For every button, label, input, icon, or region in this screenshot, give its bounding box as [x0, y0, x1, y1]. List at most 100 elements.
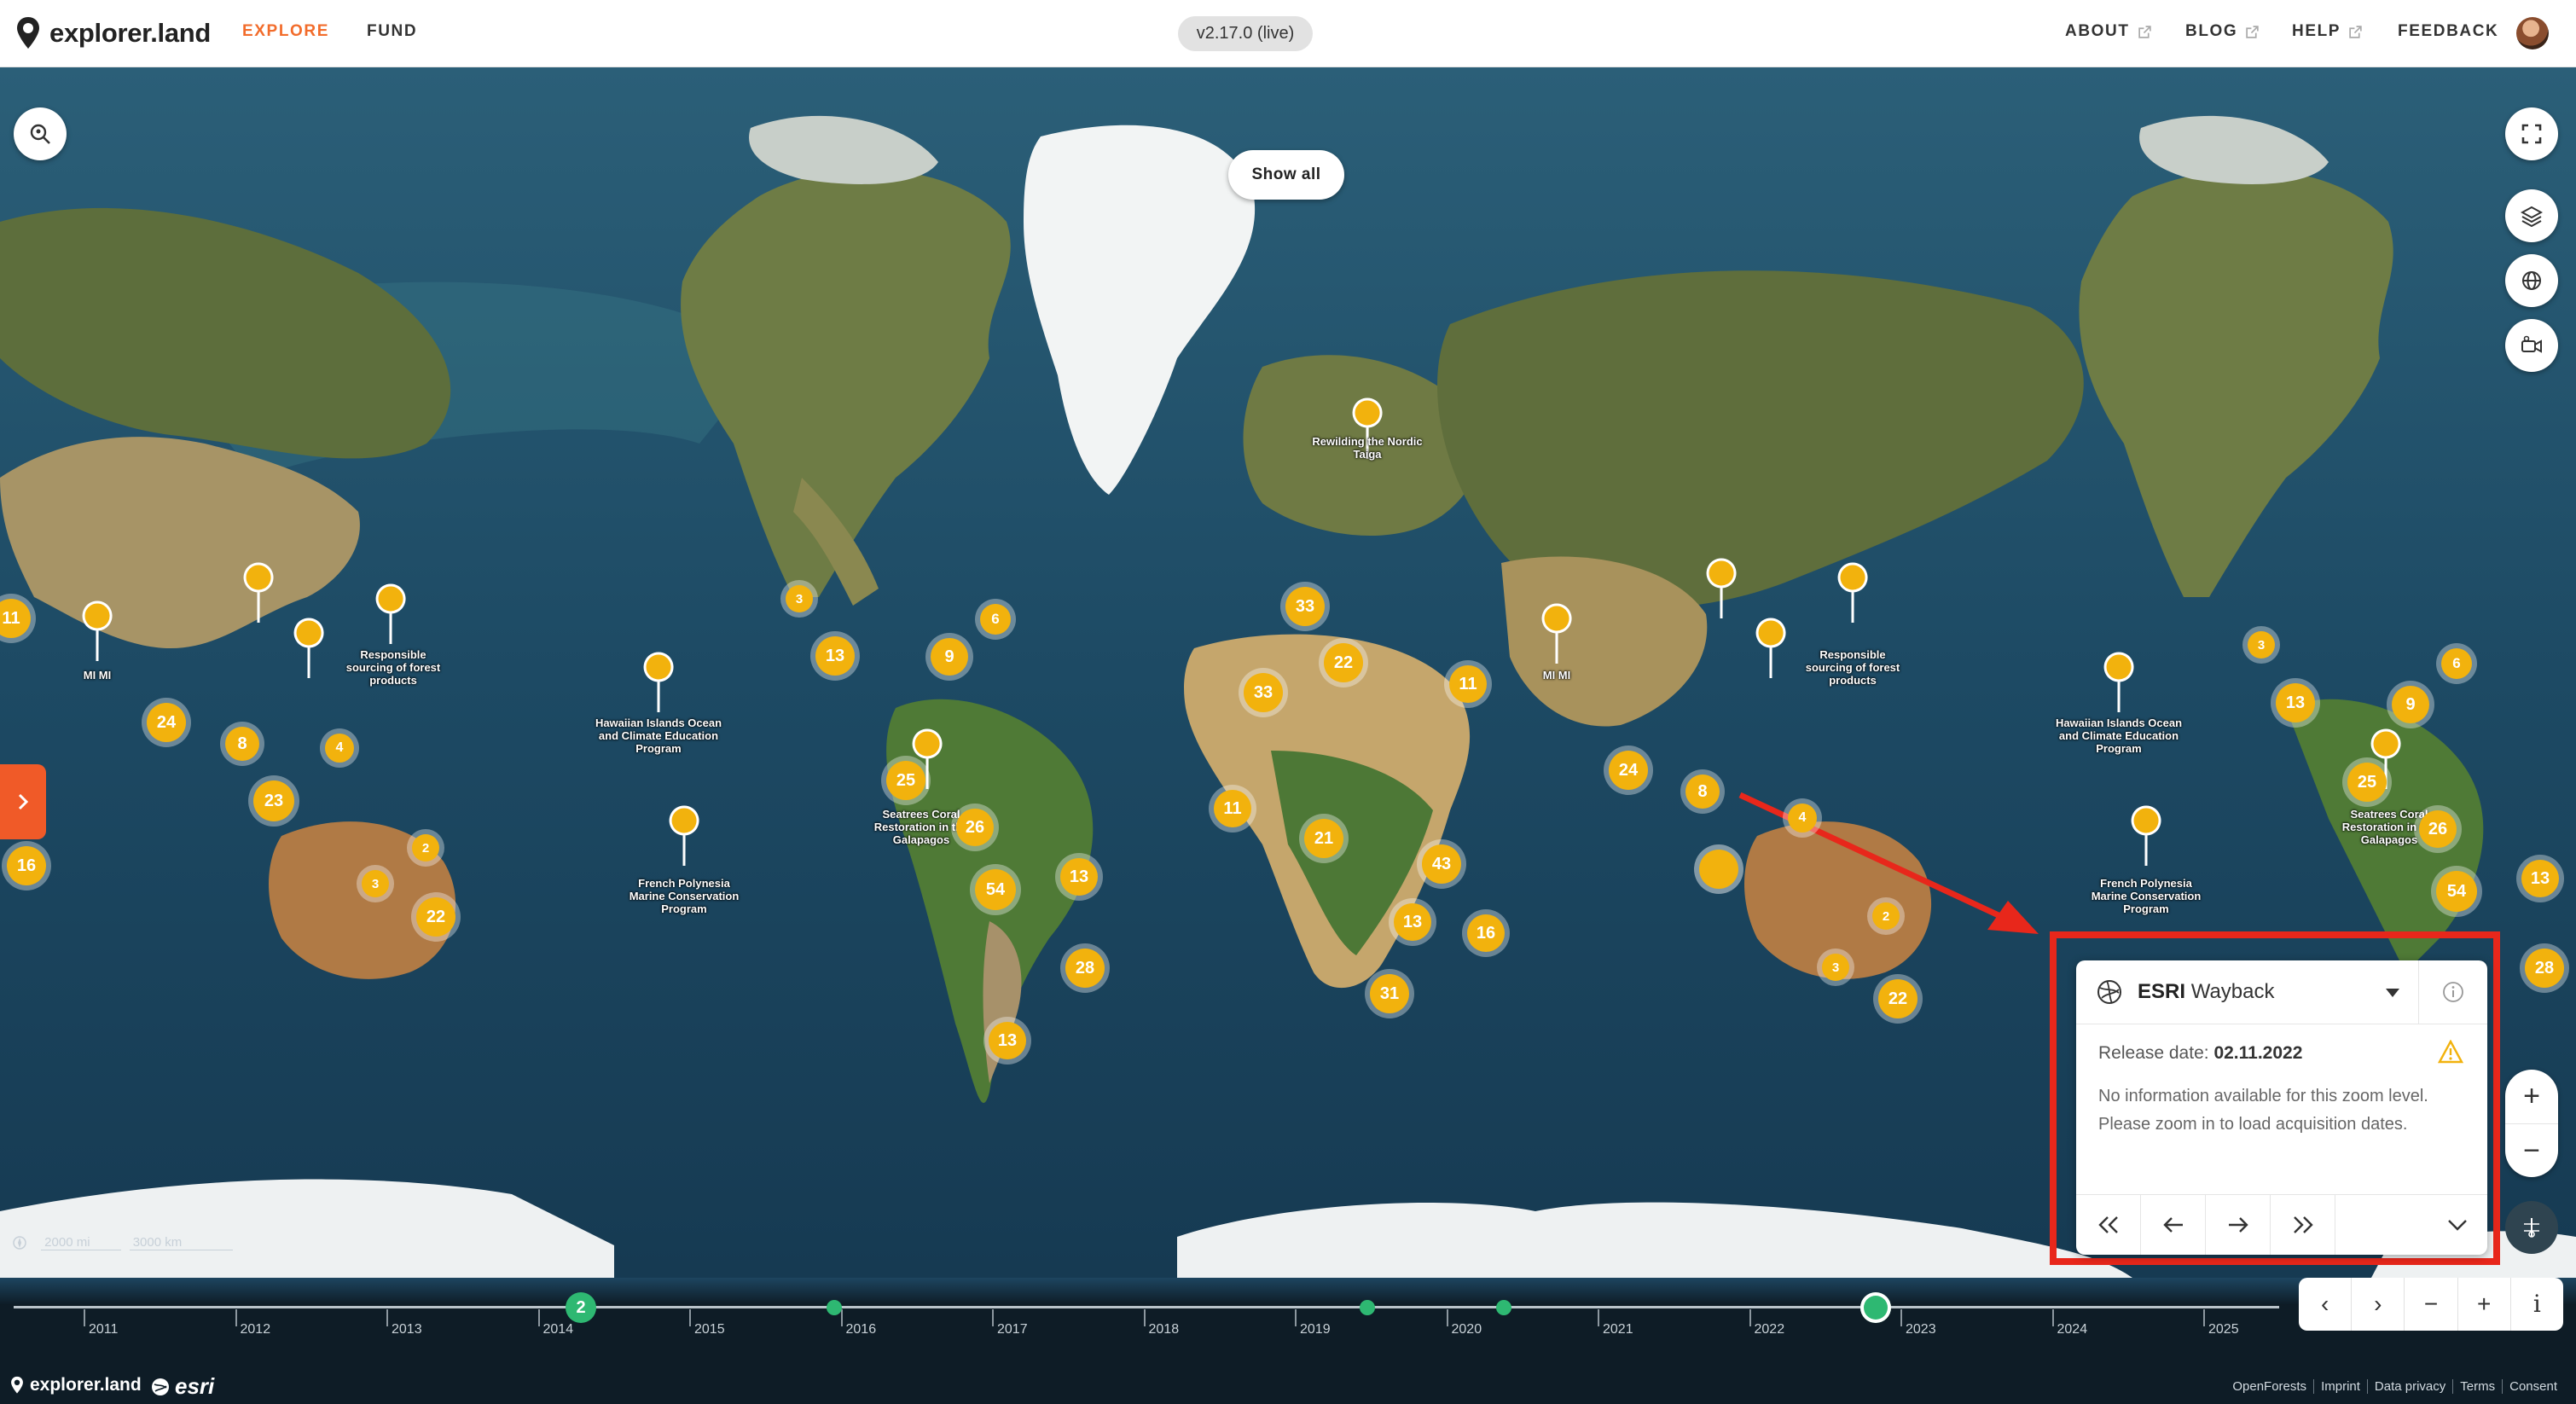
fullscreen-button[interactable] — [2505, 107, 2558, 160]
last-release-button[interactable] — [2271, 1195, 2335, 1255]
cluster-marker[interactable]: 13 — [2276, 683, 2315, 722]
timeline-year-label[interactable]: 2019 — [1300, 1322, 1331, 1337]
cluster-marker[interactable]: 2 — [412, 834, 439, 862]
collapse-panel-button[interactable] — [2335, 1195, 2487, 1255]
cluster-marker[interactable]: 9 — [931, 638, 968, 676]
timeline-year-label[interactable]: 2015 — [694, 1322, 725, 1337]
pin-label-hawaii-right[interactable]: Hawaiian Islands Ocean and Climate Educa… — [2055, 717, 2183, 755]
cluster-marker[interactable]: 54 — [2436, 871, 2477, 912]
warning-icon[interactable] — [2438, 1040, 2463, 1064]
cluster-marker[interactable]: 31 — [1370, 974, 1409, 1013]
cluster-marker[interactable]: 2 — [1872, 902, 1900, 930]
cluster-marker[interactable]: 13 — [1394, 903, 1431, 941]
cluster-marker[interactable]: 4 — [1788, 804, 1817, 833]
cluster-marker[interactable]: 16 — [7, 846, 46, 885]
cluster-marker[interactable]: 8 — [1685, 775, 1720, 809]
cluster-marker[interactable]: 33 — [1244, 673, 1283, 712]
cluster-marker[interactable]: 3 — [1822, 954, 1849, 981]
nav-about[interactable]: ABOUT — [2065, 22, 2152, 41]
footer-link-openforests[interactable]: OpenForests — [2225, 1379, 2313, 1394]
footer-link-consent[interactable]: Consent — [2502, 1379, 2564, 1394]
nav-explore[interactable]: EXPLORE — [242, 22, 329, 41]
cluster-marker[interactable]: 22 — [1324, 643, 1363, 682]
timeline-next-button[interactable]: › — [2352, 1278, 2405, 1331]
cluster-marker[interactable]: 13 — [989, 1022, 1026, 1059]
footer-link-privacy[interactable]: Data privacy — [2366, 1379, 2452, 1394]
cluster-marker[interactable]: 11 — [1214, 790, 1251, 827]
pin-label-taiga[interactable]: Rewilding the Nordic Taiga — [1303, 435, 1431, 461]
cluster-marker[interactable]: 3 — [2248, 631, 2275, 658]
caret-down-icon[interactable] — [2385, 988, 2400, 998]
cluster-marker[interactable]: 6 — [980, 604, 1011, 635]
cluster-marker[interactable]: 28 — [2525, 949, 2564, 988]
cluster-marker[interactable]: 22 — [416, 897, 455, 937]
timeline-year-label[interactable]: 2011 — [89, 1322, 118, 1337]
cluster-marker[interactable]: 43 — [1422, 844, 1461, 884]
timeline-selected-release[interactable] — [1860, 1292, 1891, 1323]
pin-label-mimi[interactable]: MI MI — [33, 669, 161, 682]
cluster-marker[interactable]: 24 — [1609, 751, 1648, 790]
open-sidebar-tab[interactable] — [0, 764, 46, 839]
search-location-button[interactable] — [14, 107, 67, 160]
timeline-year-label[interactable]: 2014 — [543, 1322, 574, 1337]
timeline-release-dot[interactable] — [1496, 1300, 1511, 1315]
timeline-year-label[interactable]: 2022 — [1755, 1322, 1785, 1337]
next-release-button[interactable] — [2206, 1195, 2271, 1255]
timeline-year-label[interactable]: 2016 — [846, 1322, 877, 1337]
cluster-marker[interactable]: 26 — [2419, 810, 2457, 848]
cluster-marker[interactable]: 9 — [2392, 686, 2429, 723]
highlighted-cluster-marker[interactable] — [1699, 850, 1738, 889]
world-map[interactable]: Rewilding the Nordic Taiga MI MI Respons… — [0, 67, 2576, 1278]
timeline-prev-button[interactable]: ‹ — [2299, 1278, 2353, 1331]
timeline-year-label[interactable]: 2012 — [241, 1322, 271, 1337]
pin-label-forest[interactable]: Responsible sourcing of forest products — [342, 648, 444, 687]
cluster-marker[interactable]: 11 — [1449, 665, 1487, 703]
nav-feedback[interactable]: FEEDBACK — [2398, 22, 2498, 41]
panel-header[interactable]: ESRI Wayback — [2076, 960, 2487, 1024]
timeline-year-label[interactable]: 2024 — [2057, 1322, 2088, 1337]
cluster-marker[interactable]: 24 — [147, 703, 186, 742]
first-release-button[interactable] — [2076, 1195, 2141, 1255]
timeline-year-label[interactable]: 2023 — [1906, 1322, 1936, 1337]
pin-label-mimi-right[interactable]: MI MI — [1493, 669, 1621, 682]
cluster-marker[interactable]: 13 — [1060, 858, 1098, 896]
footer-link-terms[interactable]: Terms — [2452, 1379, 2502, 1394]
user-avatar[interactable] — [2516, 17, 2549, 49]
previous-release-button[interactable] — [2141, 1195, 2206, 1255]
zoom-in-button[interactable]: + — [2505, 1070, 2558, 1124]
nav-blog[interactable]: BLOG — [2185, 22, 2260, 41]
cluster-marker[interactable]: 25 — [2347, 763, 2387, 802]
footer-link-imprint[interactable]: Imprint — [2313, 1379, 2367, 1394]
cluster-marker[interactable]: 13 — [2521, 860, 2559, 897]
show-all-button[interactable]: Show all — [1228, 150, 1344, 200]
cluster-marker[interactable]: 23 — [253, 780, 294, 821]
cluster-marker[interactable]: 26 — [956, 809, 994, 846]
cluster-marker[interactable]: 4 — [325, 734, 354, 763]
cluster-marker[interactable]: 54 — [975, 869, 1016, 910]
timeline-year-label[interactable]: 2025 — [2208, 1322, 2239, 1337]
pin-label-polynesia-right[interactable]: French Polynesia Marine Conservation Pro… — [2082, 877, 2210, 915]
timeline-year-label[interactable]: 2020 — [1452, 1322, 1482, 1337]
timeline-year-label[interactable]: 2013 — [392, 1322, 422, 1337]
cluster-marker[interactable]: 33 — [1285, 587, 1325, 626]
nav-help[interactable]: HELP — [2292, 22, 2363, 41]
pin-label-hawaii[interactable]: Hawaiian Islands Ocean and Climate Educa… — [595, 717, 722, 755]
cluster-marker[interactable]: 13 — [815, 636, 855, 676]
timeline-year-label[interactable]: 2017 — [997, 1322, 1028, 1337]
layers-button[interactable] — [2505, 189, 2558, 242]
cluster-marker[interactable]: 21 — [1304, 819, 1343, 858]
pin-label-polynesia[interactable]: French Polynesia Marine Conservation Pro… — [620, 877, 748, 915]
zoom-out-button[interactable]: − — [2505, 1124, 2558, 1178]
cluster-marker[interactable]: 25 — [886, 761, 925, 800]
nav-fund[interactable]: FUND — [367, 22, 417, 41]
timeline-track[interactable] — [14, 1306, 2279, 1308]
timeline-release-dot[interactable] — [1360, 1300, 1375, 1315]
cluster-marker[interactable]: 3 — [786, 585, 813, 612]
camera-button[interactable] — [2505, 319, 2558, 372]
timeline-year-label[interactable]: 2018 — [1149, 1322, 1180, 1337]
cluster-marker[interactable]: 3 — [362, 870, 389, 897]
info-icon[interactable] — [2441, 980, 2465, 1004]
esri-logo[interactable]: esri — [150, 1373, 214, 1400]
timeline-release-count[interactable]: 2 — [566, 1292, 596, 1323]
cluster-marker[interactable]: 8 — [225, 727, 259, 761]
